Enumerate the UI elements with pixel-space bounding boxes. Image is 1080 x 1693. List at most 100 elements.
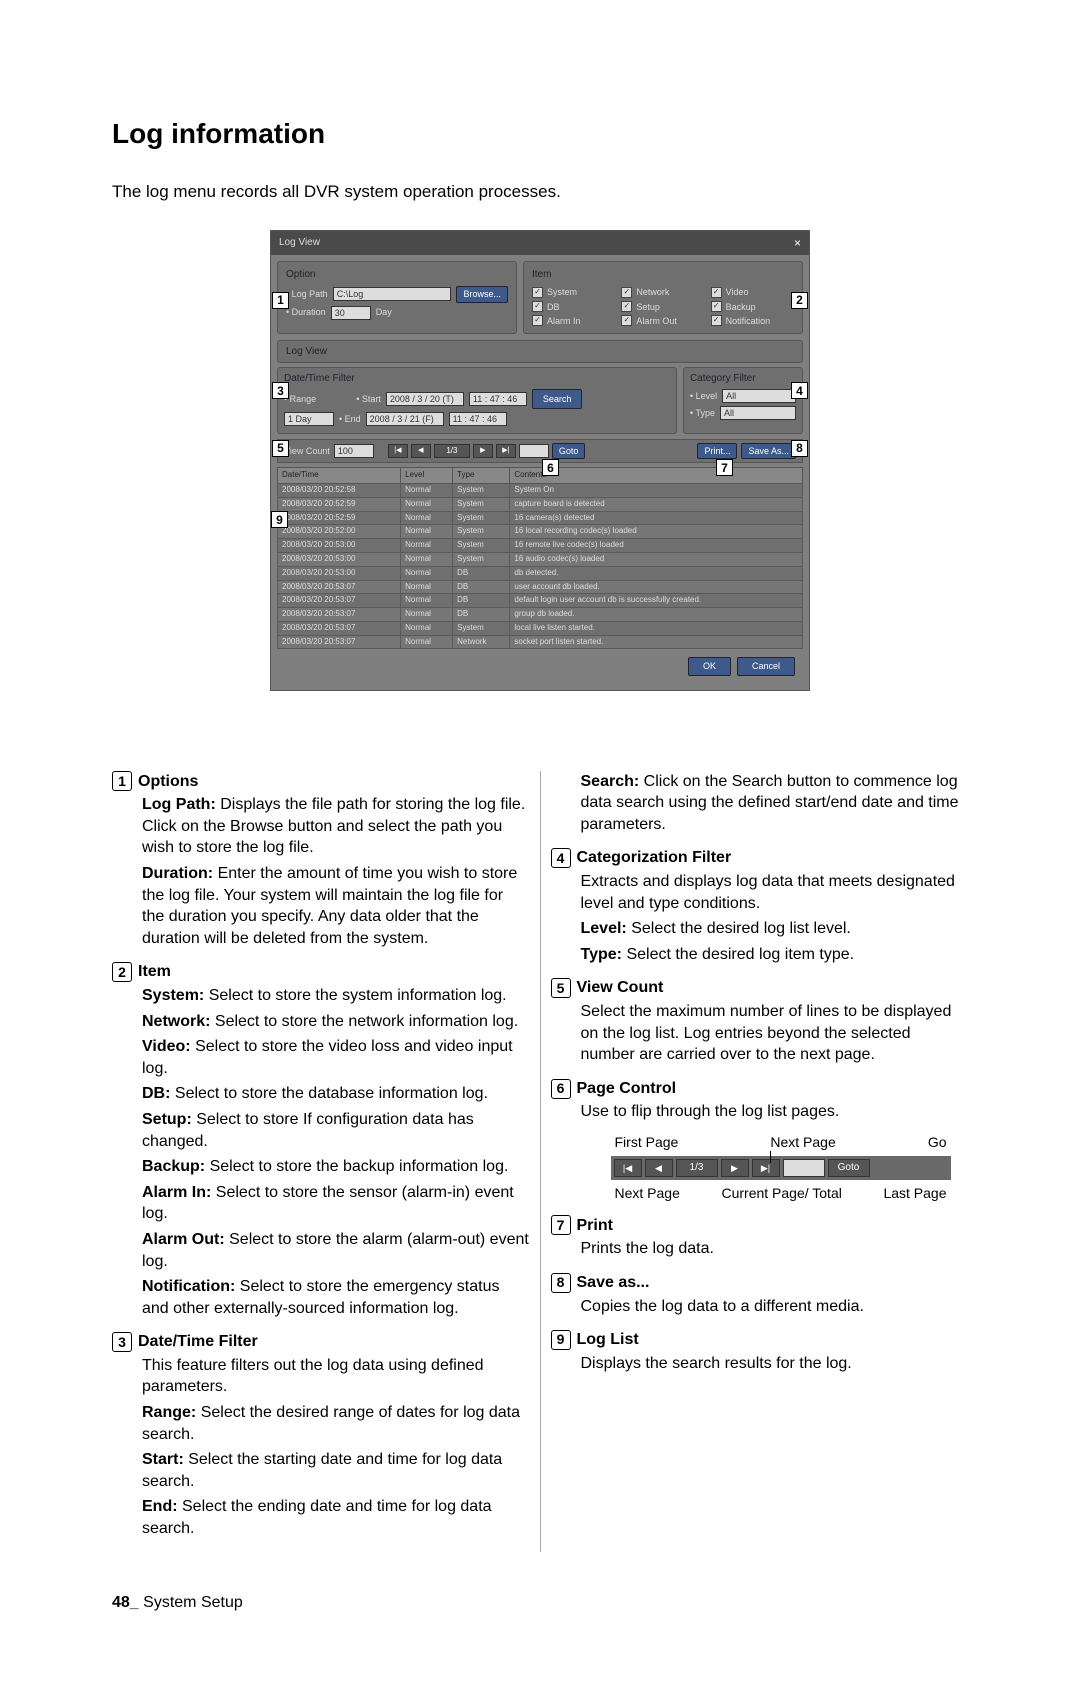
table-row[interactable]: 2008/03/20 20:53:07NormalDBuser account …: [278, 580, 803, 594]
table-row[interactable]: 2008/03/20 20:53:07NormalDBdefault login…: [278, 594, 803, 608]
end-label: • End: [339, 413, 361, 425]
view-count-label: View Count: [284, 445, 330, 457]
pd-last-label: Last Page: [883, 1184, 946, 1203]
table-row[interactable]: 2008/03/20 20:52:59NormalSystem16 camera…: [278, 511, 803, 525]
col-type: Type: [453, 468, 510, 484]
item-check-video[interactable]: ✓Video: [711, 286, 794, 298]
pd-go-label: Go: [928, 1133, 947, 1152]
table-row[interactable]: 2008/03/20 20:53:07NormalSystemlocal liv…: [278, 621, 803, 635]
saveas-button[interactable]: Save As...: [741, 443, 796, 459]
goto-input[interactable]: [519, 444, 549, 458]
pd-first-icon: |◀: [614, 1159, 642, 1177]
last-page-icon[interactable]: ▶|: [496, 444, 516, 458]
search-button[interactable]: Search: [532, 389, 583, 409]
callout-9-ref: 9: [551, 1330, 571, 1350]
end-date-input[interactable]: 2008 / 3 / 21 (F): [366, 412, 444, 426]
cancel-button[interactable]: Cancel: [737, 657, 795, 675]
duration-unit: Day: [376, 306, 392, 318]
checkbox-icon[interactable]: ✓: [711, 315, 722, 326]
duration-term: Duration:: [142, 865, 213, 882]
callout-5: 5: [272, 440, 289, 457]
dt-header: Date/Time Filter: [284, 372, 670, 386]
callout-2: 2: [791, 292, 808, 309]
goto-button[interactable]: Goto: [552, 443, 586, 459]
pd-next2-label: Next Page: [615, 1184, 680, 1203]
callout-2-ref: 2: [112, 962, 132, 982]
callout-4: 4: [791, 382, 808, 399]
close-icon[interactable]: ×: [794, 235, 801, 251]
item-check-alarm-out[interactable]: ✓Alarm Out: [621, 315, 704, 327]
pd-next-label: Next Page: [770, 1133, 835, 1152]
callout-9: 9: [271, 511, 288, 528]
checkbox-icon[interactable]: ✓: [532, 301, 543, 312]
log-table: Date/TimeLevelTypeContents 2008/03/20 20…: [277, 467, 803, 649]
next-page-icon[interactable]: ▶: [473, 444, 493, 458]
option-panel: 1 Option • Log Path C:\Log Browse... • D…: [277, 261, 517, 334]
log-path-label: • Log Path: [286, 288, 328, 300]
first-page-icon[interactable]: |◀: [388, 444, 408, 458]
table-row[interactable]: 2008/03/20 20:53:07NormalDBgroup db load…: [278, 608, 803, 622]
category-filter-panel: 4 Category Filter • LevelAll • TypeAll: [683, 367, 803, 434]
item-check-setup[interactable]: ✓Setup: [621, 301, 704, 313]
log-path-input[interactable]: C:\Log: [333, 287, 452, 301]
print-heading: Print: [577, 1217, 613, 1234]
checkbox-icon[interactable]: ✓: [621, 287, 632, 298]
options-heading: Options: [138, 773, 198, 790]
checkbox-icon[interactable]: ✓: [711, 301, 722, 312]
item-check-db[interactable]: ✓DB: [532, 301, 615, 313]
checkbox-icon[interactable]: ✓: [711, 287, 722, 298]
pd-prev-icon: ◀: [645, 1159, 673, 1177]
table-row[interactable]: 2008/03/20 20:52:59NormalSystemcapture b…: [278, 497, 803, 511]
pd-current-label: Current Page/ Total: [680, 1184, 884, 1203]
pd-page-indicator: 1/3: [676, 1159, 718, 1177]
search-term: Search:: [581, 773, 640, 790]
datetime-filter-panel: 3 Date/Time Filter • Range • Start 2008 …: [277, 367, 677, 434]
item-check-network[interactable]: ✓Network: [621, 286, 704, 298]
ok-button[interactable]: OK: [688, 657, 731, 675]
duration-input[interactable]: 30: [331, 306, 371, 320]
table-row[interactable]: 2008/03/20 20:53:07NormalNetworksocket p…: [278, 635, 803, 649]
range-select[interactable]: 1 Day: [284, 412, 334, 426]
duration-label: • Duration: [286, 306, 326, 318]
table-row[interactable]: 2008/03/20 20:53:00NormalSystem16 audio …: [278, 552, 803, 566]
checkbox-icon[interactable]: ✓: [621, 315, 632, 326]
page-title: Log information: [112, 115, 968, 153]
browse-button[interactable]: Browse...: [456, 286, 508, 302]
item-check-backup[interactable]: ✓Backup: [711, 301, 794, 313]
start-date-input[interactable]: 2008 / 3 / 20 (T): [386, 392, 464, 406]
item-header: Item: [532, 268, 794, 282]
col-level: Level: [401, 468, 453, 484]
callout-8-ref: 8: [551, 1273, 571, 1293]
level-label: • Level: [690, 390, 717, 402]
print-button[interactable]: Print...: [697, 443, 737, 459]
table-row[interactable]: 2008/03/20 20:52:58NormalSystemSystem On: [278, 483, 803, 497]
callout-1: 1: [272, 292, 289, 309]
type-select[interactable]: All: [720, 406, 796, 420]
pd-goto-button: Goto: [828, 1159, 870, 1177]
checkbox-icon[interactable]: ✓: [532, 315, 543, 326]
item-check-alarm-in[interactable]: ✓Alarm In: [532, 315, 615, 327]
table-row[interactable]: 2008/03/20 20:53:00NormalDBdb detected.: [278, 566, 803, 580]
intro-text: The log menu records all DVR system oper…: [112, 181, 968, 204]
prev-page-icon[interactable]: ◀: [411, 444, 431, 458]
checkbox-icon[interactable]: ✓: [621, 301, 632, 312]
callout-1-ref: 1: [112, 771, 132, 791]
vc-heading: View Count: [577, 979, 664, 996]
pager-diagram: First Page Next Page Go |◀ ◀ 1/3 ▶ ▶| Go…: [611, 1133, 951, 1203]
end-time-input[interactable]: 11 : 47 : 46: [449, 412, 507, 426]
start-time-input[interactable]: 11 : 47 : 46: [469, 392, 527, 406]
pd-goto-input: [783, 1159, 825, 1177]
table-row[interactable]: 2008/03/20 20:53:00NormalSystem16 remote…: [278, 539, 803, 553]
pc-heading: Page Control: [577, 1080, 677, 1097]
view-count-input[interactable]: 100: [334, 444, 374, 458]
level-select[interactable]: All: [722, 389, 796, 403]
log-view-window: Log View × 1 Option • Log Path C:\Log Br…: [270, 230, 810, 691]
checkbox-icon[interactable]: ✓: [532, 287, 543, 298]
item-check-system[interactable]: ✓System: [532, 286, 615, 298]
cat-heading: Categorization Filter: [577, 849, 732, 866]
option-header: Option: [286, 268, 508, 282]
table-row[interactable]: 2008/03/20 20:52:00NormalSystem16 local …: [278, 525, 803, 539]
callout-8: 8: [791, 440, 808, 457]
item-check-notification[interactable]: ✓Notification: [711, 315, 794, 327]
item-heading: Item: [138, 963, 171, 980]
